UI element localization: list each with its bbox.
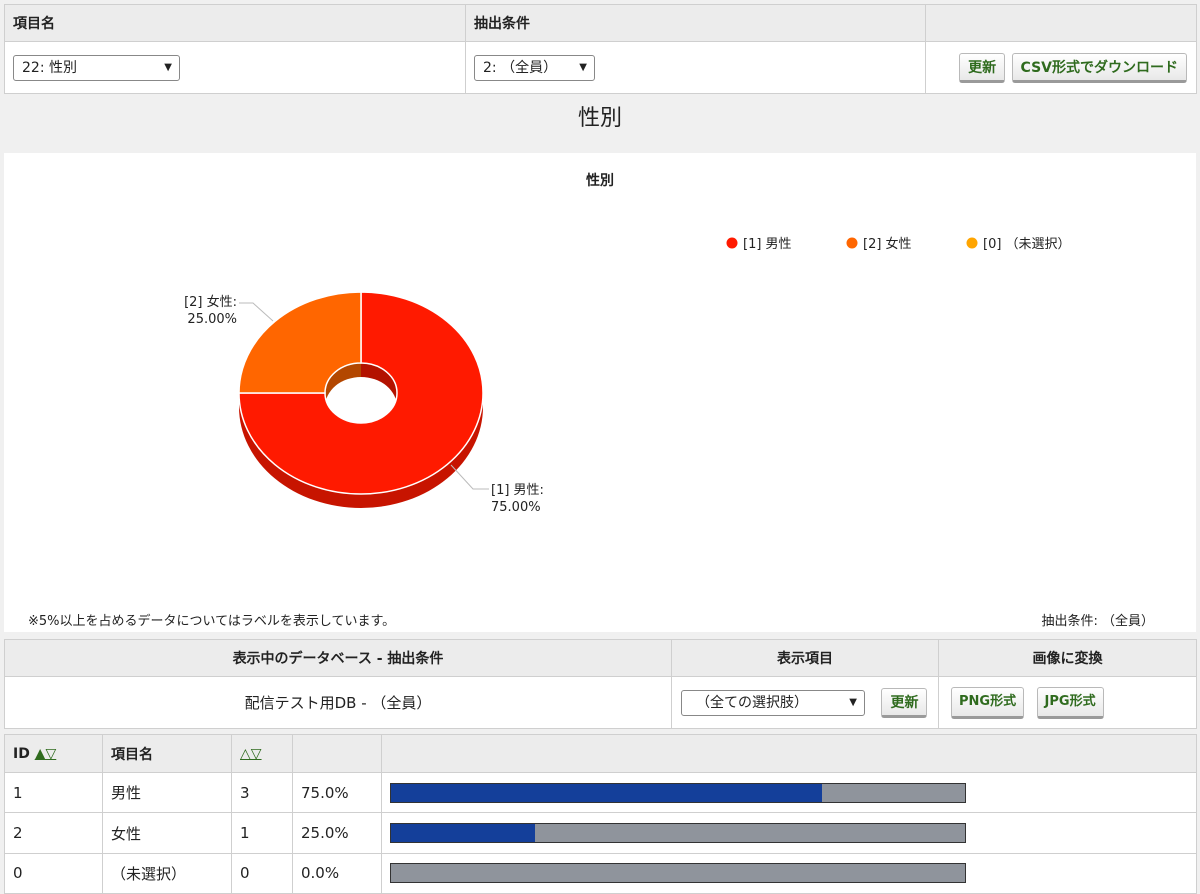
display-cell: （全ての選択肢） ▼ 更新 <box>671 676 939 729</box>
legend-marker <box>966 237 978 249</box>
png-button[interactable]: PNG形式 <box>951 686 1025 719</box>
legend-marker <box>846 237 858 249</box>
legend-label: [1] 男性 <box>743 237 792 252</box>
legend-item: [2] 女性 <box>846 236 912 252</box>
actions-header <box>925 4 1197 42</box>
display-select[interactable]: （全ての選択肢） ▼ <box>681 689 865 716</box>
legend-item: [0] （未選択） <box>966 237 1071 252</box>
row-name: 男性 <box>102 772 232 814</box>
table-row: 0 （未選択） 0 0.0% <box>4 852 1197 894</box>
chart-note: ※5%以上を占めるデータについてはラベルを表示しています。 <box>28 614 396 629</box>
update-button[interactable]: 更新 <box>959 52 1006 83</box>
pie-chart: 性別 [1] 男性: 75.00% [2] 女性: 25.00% [1] 男性 [2] … <box>184 172 1071 515</box>
slice-label-leader <box>239 302 274 322</box>
row-id: 1 <box>4 772 103 814</box>
slice-label-value: 25.00% <box>187 312 237 327</box>
id-header-label: ID <box>13 745 30 762</box>
data-table: ID ▲▽ 項目名 △▽ 1 男性 3 75.0% 2 女性 1 25.0% 0… <box>4 733 1197 894</box>
row-bar-cell <box>381 772 1197 814</box>
display-update-button[interactable]: 更新 <box>881 687 928 718</box>
slice-label-value: 75.00% <box>491 500 541 515</box>
dropdown-arrow-icon: ▼ <box>164 61 172 73</box>
legend-label: [0] （未選択） <box>983 237 1071 252</box>
table-row: 1 男性 3 75.0% <box>4 772 1197 814</box>
jpg-button[interactable]: JPG形式 <box>1036 686 1104 719</box>
row-pct: 75.0% <box>292 772 382 814</box>
convert-header: 画像に変換 <box>938 638 1197 678</box>
name-header: 項目名 <box>102 733 232 774</box>
legend-label: [2] 女性 <box>863 236 912 252</box>
count-header: △▽ <box>231 733 293 774</box>
slice-label-name: [2] 女性: <box>184 294 237 310</box>
convert-cell: PNG形式 JPG形式 <box>938 676 1197 729</box>
dropdown-arrow-icon: ▼ <box>579 61 587 73</box>
actions-cell: 更新 CSV形式でダウンロード <box>925 41 1197 94</box>
legend-marker <box>726 237 738 249</box>
row-bar-cell <box>381 852 1197 894</box>
bar-header <box>381 733 1197 774</box>
item-header: 項目名 <box>4 4 466 42</box>
csv-download-button[interactable]: CSV形式でダウンロード <box>1011 52 1187 83</box>
row-name: （未選択） <box>102 852 232 894</box>
row-id: 0 <box>4 852 103 894</box>
share-bar-fill <box>391 783 822 802</box>
item-select-cell: 22: 性別 ▼ <box>4 41 466 94</box>
share-bar <box>390 863 966 884</box>
id-header: ID ▲▽ <box>4 733 103 774</box>
display-select-value: （全ての選択肢） <box>696 694 808 711</box>
filter-table: 項目名 抽出条件 22: 性別 ▼ 2: （全員） ▼ 更新 CSV形式でダウン… <box>4 4 1197 94</box>
share-bar <box>390 782 966 803</box>
row-count: 3 <box>231 772 293 814</box>
row-name: 女性 <box>102 812 232 854</box>
table-row: 2 女性 1 25.0% <box>4 812 1197 854</box>
db-header: 表示中のデータベース - 抽出条件 <box>4 638 672 678</box>
condition-header: 抽出条件 <box>465 4 926 42</box>
chart-filter: 抽出条件: （全員） <box>1041 614 1154 629</box>
share-bar <box>390 823 966 844</box>
display-header: 表示項目 <box>671 638 939 678</box>
item-select-value: 22: 性別 <box>22 59 77 76</box>
chart-title: 性別 <box>586 172 614 189</box>
dropdown-arrow-icon: ▼ <box>849 696 857 708</box>
slice-label-name: [1] 男性: <box>491 483 544 498</box>
row-bar-cell <box>381 812 1197 854</box>
id-sort-link[interactable]: ▲▽ <box>35 746 57 762</box>
item-select[interactable]: 22: 性別 ▼ <box>13 54 180 81</box>
count-sort-link[interactable]: △▽ <box>240 746 262 762</box>
chart-panel: 性別 [1] 男性: 75.00% [2] 女性: 25.00% [1] 男性 [2] … <box>4 153 1196 632</box>
row-pct: 0.0% <box>292 852 382 894</box>
condition-select-cell: 2: （全員） ▼ <box>465 41 926 94</box>
row-id: 2 <box>4 812 103 854</box>
row-count: 0 <box>231 852 293 894</box>
legend-item: [1] 男性 <box>726 237 792 252</box>
db-value: 配信テスト用DB - （全員） <box>4 676 672 729</box>
pct-header <box>292 733 382 774</box>
page-title: 性別 <box>577 106 622 131</box>
info-table: 表示中のデータベース - 抽出条件 表示項目 画像に変換 配信テスト用DB - … <box>4 638 1197 729</box>
condition-select-value: 2: （全員） <box>483 59 558 76</box>
share-bar-fill <box>391 824 535 843</box>
row-pct: 25.0% <box>292 812 382 854</box>
row-count: 1 <box>231 812 293 854</box>
condition-select[interactable]: 2: （全員） ▼ <box>474 54 595 81</box>
